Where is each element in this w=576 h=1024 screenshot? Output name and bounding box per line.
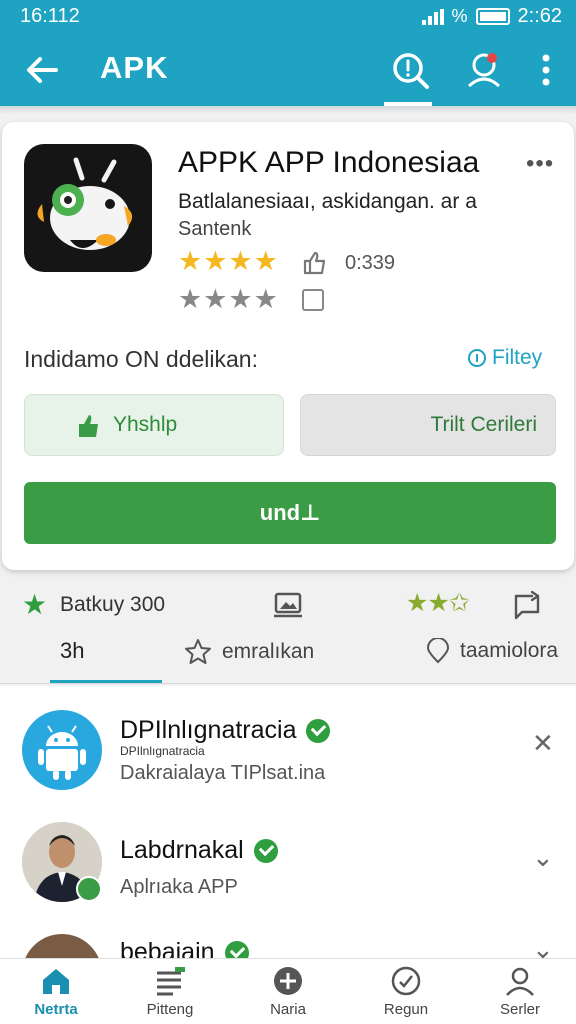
verified-icon	[224, 940, 249, 958]
nav-profile[interactable]: Serler	[470, 965, 570, 1018]
nav-list[interactable]: Pitteng	[120, 965, 220, 1018]
list-icon	[157, 967, 185, 996]
person-icon	[506, 967, 534, 996]
battery-icon	[475, 8, 510, 25]
rating-stars: ★★★★	[178, 246, 279, 276]
filter-link[interactable]: Filtey	[468, 346, 542, 370]
status-bar: 16:112 % 2::62	[0, 0, 576, 34]
verified-icon	[306, 718, 331, 743]
badge-icon	[76, 876, 102, 902]
section-label: Indidamo ON ddelikan:	[24, 346, 258, 372]
chevron-down-icon[interactable]: ⌄	[532, 934, 554, 958]
app-description: Batlalanesiaaı, askidangan. ar a	[178, 190, 477, 213]
home-icon	[43, 969, 69, 994]
status-clock-right: 2::62	[517, 5, 562, 27]
search-icon[interactable]	[388, 48, 432, 92]
secondary-button-left[interactable]: Yhshlp	[24, 394, 284, 456]
list-item-subtitle: Aplrıaka APP	[120, 876, 238, 898]
tab-third[interactable]: taamiolora	[426, 638, 558, 664]
star-outline-icon	[185, 639, 211, 664]
list-item[interactable]: Labdrnakal Aplrıaka APP ⌄	[0, 816, 576, 934]
info-icon	[468, 349, 486, 367]
account-icon[interactable]	[462, 48, 506, 92]
app-icon[interactable]	[24, 144, 152, 272]
page-title: APK	[100, 50, 169, 85]
list-item-subtitle-small: DPIlnlıgnatracia	[120, 744, 205, 758]
nav-home[interactable]: Netrta	[6, 965, 106, 1018]
status-time: 16:112	[20, 5, 80, 27]
user-rating-stars[interactable]: ★★★★	[178, 284, 279, 315]
location-pin-icon	[426, 638, 450, 664]
checkbox[interactable]	[302, 289, 324, 311]
chevron-down-icon[interactable]: ⌄	[532, 842, 554, 873]
bottom-navigation: Netrta Pitteng Naria Regun Serler	[0, 958, 576, 1024]
tab-first[interactable]: 3h	[60, 638, 84, 664]
list-item[interactable]: bebaiain ⌄	[0, 934, 576, 958]
mini-rating-stars: ★★✩	[406, 589, 470, 617]
content-tabs: 3h emralıkan taamiolora	[0, 628, 576, 684]
app-bar: APK	[0, 34, 576, 106]
avatar	[22, 934, 102, 958]
app-logo-icon	[37, 157, 133, 250]
tab-second[interactable]: emralıkan	[184, 638, 314, 666]
signal-icon	[421, 8, 444, 25]
more-options-icon[interactable]: •••	[526, 150, 554, 178]
app-card: APPK APP Indonesiaa ••• Batlalanesiaaı, …	[2, 122, 574, 570]
install-button[interactable]: und⊥	[24, 482, 556, 544]
thumbs-up-icon	[79, 415, 98, 437]
list-item-title: Labdrnakal	[120, 836, 244, 864]
app-name: APPK APP Indonesiaa	[178, 146, 480, 179]
nav-check[interactable]: Regun	[356, 965, 456, 1018]
info-row: ★ Batkuy 300 ★★✩	[0, 588, 576, 624]
back-arrow-icon[interactable]	[22, 50, 62, 90]
star-icon: ★	[22, 589, 48, 620]
list-item-title: DPIlnlıgnatracia	[120, 716, 297, 744]
rating-count: 0:339	[345, 252, 396, 274]
list-item[interactable]: DPIlnlıgnatracia DPIlnlıgnatracia Dakrai…	[0, 686, 576, 816]
close-icon[interactable]: ✕	[532, 728, 554, 759]
nav-add[interactable]: Naria	[238, 965, 338, 1018]
list-item-subtitle: Dakraialaya TIPlsat.ina	[120, 762, 326, 784]
more-vert-icon[interactable]	[526, 48, 566, 92]
tab-underline	[50, 680, 162, 683]
check-circle-icon	[391, 966, 421, 996]
verified-icon	[253, 838, 278, 863]
developer-list: DPIlnlıgnatracia DPIlnlıgnatracia Dakrai…	[0, 686, 576, 958]
secondary-button-right[interactable]: Trilt Cerileri	[300, 394, 556, 456]
info-text: Batkuy 300	[60, 593, 166, 616]
add-circle-icon	[274, 967, 302, 995]
share-icon[interactable]	[512, 590, 544, 622]
avatar	[22, 710, 102, 790]
android-icon	[38, 725, 86, 780]
image-icon[interactable]	[272, 592, 304, 618]
app-developer: Santenk	[178, 218, 252, 240]
thumbs-up-icon[interactable]	[302, 250, 328, 276]
wifi-icon: %	[451, 6, 468, 26]
list-item-title: bebaiain	[120, 938, 215, 958]
